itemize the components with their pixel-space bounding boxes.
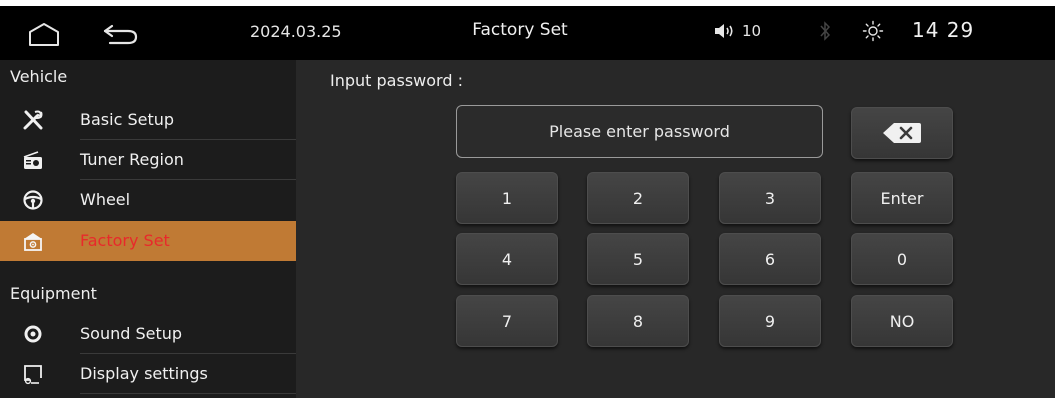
sidebar-item-factory-set[interactable]: Factory Set <box>0 221 296 261</box>
sidebar-item-label: Basic Setup <box>80 110 175 129</box>
clock: 14 29 <box>912 18 975 42</box>
display-icon <box>24 365 42 385</box>
speaker-icon <box>24 325 42 343</box>
password-prompt: Input password : <box>330 71 463 90</box>
divider <box>80 393 296 394</box>
radio-icon <box>23 151 42 169</box>
factory-icon <box>24 233 42 251</box>
status-bar: 2024.03.25 Factory Set 10 14 29 <box>0 0 1055 60</box>
password-panel: Input password : 1 2 3 Enter 4 5 6 0 7 8… <box>296 60 1055 398</box>
steering-wheel-icon <box>23 190 43 210</box>
password-input[interactable] <box>456 105 823 158</box>
backspace-icon <box>883 123 921 143</box>
key-9[interactable]: 9 <box>719 295 821 347</box>
top-edge <box>0 0 1055 6</box>
key-1[interactable]: 1 <box>456 172 558 224</box>
page-title: Factory Set <box>472 20 568 40</box>
key-5[interactable]: 5 <box>587 233 689 285</box>
sidebar-item-label: Tuner Region <box>80 150 184 169</box>
volume-level: 10 <box>742 22 762 40</box>
brightness-icon[interactable] <box>862 20 884 42</box>
sidebar-item-label: Wheel <box>80 190 131 209</box>
home-icon[interactable] <box>26 20 62 48</box>
key-0[interactable]: 0 <box>851 233 953 285</box>
backspace-button[interactable] <box>851 107 953 159</box>
enter-button[interactable]: Enter <box>851 172 953 224</box>
sidebar-item-label: Display settings <box>80 364 208 383</box>
settings-sidebar: Vehicle Basic Setup Tuner Region Wheel F… <box>0 60 296 398</box>
key-3[interactable]: 3 <box>719 172 821 224</box>
bluetooth-icon <box>820 21 831 41</box>
key-2[interactable]: 2 <box>587 172 689 224</box>
speaker-volume-icon <box>715 24 733 38</box>
key-6[interactable]: 6 <box>719 233 821 285</box>
key-8[interactable]: 8 <box>587 295 689 347</box>
section-heading-equipment: Equipment <box>10 284 97 303</box>
back-icon[interactable] <box>100 20 140 48</box>
sidebar-item-label: Sound Setup <box>80 324 183 343</box>
volume-indicator[interactable]: 10 <box>714 22 761 40</box>
sidebar-item-sound-setup[interactable]: Sound Setup <box>0 314 296 354</box>
section-heading-vehicle: Vehicle <box>10 67 68 86</box>
sidebar-item-label: Factory Set <box>80 231 170 250</box>
sidebar-item-tuner-region[interactable]: Tuner Region <box>0 140 296 180</box>
no-button[interactable]: NO <box>851 295 953 347</box>
sidebar-item-wheel[interactable]: Wheel <box>0 180 296 220</box>
key-7[interactable]: 7 <box>456 295 558 347</box>
wrench-screwdriver-icon <box>23 110 43 130</box>
date-display: 2024.03.25 <box>250 22 342 41</box>
sidebar-item-display-settings[interactable]: Display settings <box>0 354 296 394</box>
key-4[interactable]: 4 <box>456 233 558 285</box>
sidebar-item-basic-setup[interactable]: Basic Setup <box>0 100 296 140</box>
